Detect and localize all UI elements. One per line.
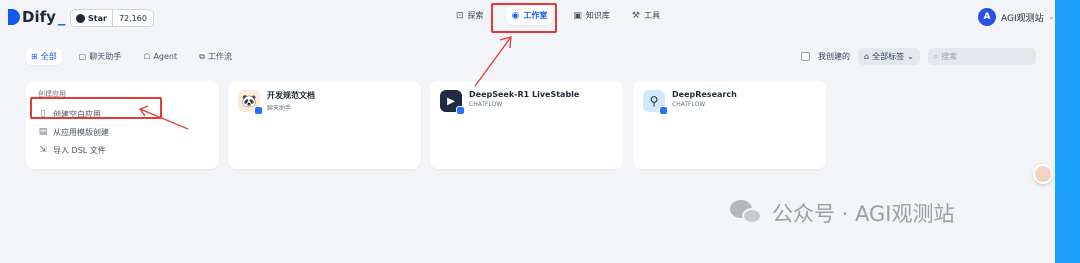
template-icon: ▤ [38,127,48,137]
my-created-label: 我创建的 [818,52,850,61]
screen-edge [1055,0,1080,263]
create-app-card: 创建应用 ▯ 创建空白应用 ▤ 从应用模版创建 ⇲ 导入 DSL 文件 [26,81,219,169]
search-input[interactable]: ⌕ 搜索 [927,48,1036,65]
tab-chat-assistant[interactable]: ▢ 聊天助手 [74,48,127,65]
app-card[interactable]: ⚲ DeepResearch CHATFLOW [633,81,826,169]
app-type: CHATFLOW [469,101,503,108]
chat-icon: ▢ [78,52,87,61]
watermark-text: 公众号 · AGI观测站 [772,202,955,226]
account-name: AGI观测站 [1001,13,1044,24]
user-avatar: A [978,8,996,26]
github-icon [76,13,85,23]
my-created-checkbox[interactable] [801,52,810,61]
search-icon: ⌕ [933,51,939,61]
create-template-label: 从应用模版创建 [53,127,109,137]
app-name: DeepResearch [672,90,737,99]
chatflow-badge-icon [659,106,668,115]
tab-agent[interactable]: ☖ Agent [138,49,182,64]
arrow-head-studio [499,36,512,49]
chat-badge-icon [254,106,263,115]
nav-knowledge[interactable]: ▣ 知识库 [567,6,616,25]
nav-knowledge-label: 知识库 [585,11,610,20]
main-nav: ⊡ 探索 ◉ 工作室 ▣ 知识库 ⚒ 工具 [450,6,666,25]
compass-icon: ⊡ [456,10,464,21]
app-card[interactable]: ▶ DeepSeek-R1 LiveStable CHATFLOW [430,81,623,169]
play-icon: ▶ [440,90,465,115]
create-blank-highlight-box [30,97,162,119]
workflow-icon: ⧉ [199,51,205,61]
chevron-down-icon: ⌄ [1048,13,1055,21]
github-star-count: 72,160 [118,13,147,23]
nav-tools-label: 工具 [644,11,660,20]
logo-underscore: _ [57,8,66,26]
app-name: DeepSeek-R1 LiveStable [469,90,580,99]
tab-workflow-label: 工作流 [207,52,232,61]
chevron-down-icon: ⌄ [907,52,914,61]
tag-filter-label: 全部标签 [872,52,905,61]
nav-explore-label: 探索 [467,11,484,20]
chatflow-badge-icon [456,106,465,115]
app-card[interactable]: 🐼 开发规范文档 聊天助手 [228,81,421,169]
tool-icon: ⚒ [631,10,640,21]
nav-tools[interactable]: ⚒ 工具 [626,6,666,25]
watermark: 公众号 · AGI观测站 [730,198,955,228]
magnifier-icon: ⚲ [643,90,668,115]
wechat-icon [730,198,764,228]
studio-highlight-box [491,3,557,33]
arrow-to-studio [474,36,512,87]
import-dsl-button[interactable]: ⇲ 导入 DSL 文件 [38,141,207,159]
app-type: 聊天助手 [267,105,292,112]
tab-all[interactable]: ⊞ 全部 [26,48,62,65]
tag-icon: ⌂ [864,52,870,61]
search-placeholder: 搜索 [941,52,958,61]
app-type: CHATFLOW [672,101,706,108]
tab-agent-label: Agent [153,52,178,61]
account-menu[interactable]: A AGI观测站 ⌄ [978,8,1055,26]
tab-chat-label: 聊天助手 [89,52,122,61]
import-icon: ⇲ [39,145,47,155]
app-name: 开发规范文档 [267,91,315,100]
top-navigation-bar: Dify _ Star 72,160 ⊡ 探索 ◉ 工作室 ▣ 知识库 ⚒ 工具… [0,0,1055,36]
panda-icon: 🐼 [238,90,263,115]
logo-mark-icon [8,9,20,25]
floating-assistant-avatar[interactable] [1033,164,1053,184]
tag-filter-dropdown[interactable]: ⌂ 全部标签 ⌄ [858,48,920,65]
agent-icon: ☖ [143,52,151,61]
filter-controls: 我创建的 ⌂ 全部标签 ⌄ ⌕ 搜索 [801,48,1036,65]
github-star-button[interactable]: Star 72,160 [70,9,154,27]
github-star-label: Star [88,13,107,23]
dify-logo[interactable]: Dify _ [8,8,65,26]
tab-workflow[interactable]: ⧉ 工作流 [194,48,237,65]
app-type-tabs: ⊞ 全部 ▢ 聊天助手 ☖ Agent ⧉ 工作流 [26,48,237,65]
import-dsl-label: 导入 DSL 文件 [53,145,106,155]
logo-text: Dify [22,8,56,26]
book-icon: ▣ [573,10,582,21]
nav-explore[interactable]: ⊡ 探索 [450,6,490,25]
grid-icon: ⊞ [31,52,38,61]
create-from-template-button[interactable]: ▤ 从应用模版创建 [38,123,207,141]
tab-all-label: 全部 [40,52,57,61]
